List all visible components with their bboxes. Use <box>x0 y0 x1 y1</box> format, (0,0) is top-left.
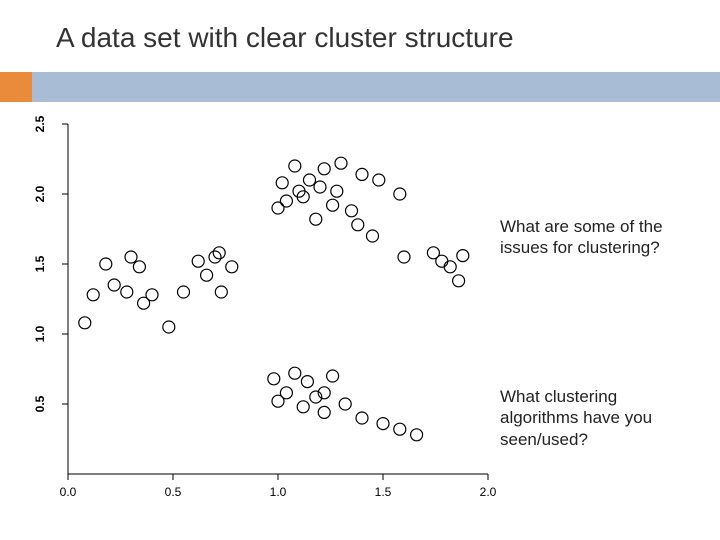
callout-issues: What are some of the issues for clusteri… <box>500 216 690 259</box>
callout-algorithms: What clustering algorithms have you seen… <box>500 386 700 450</box>
accent-bar <box>0 72 720 102</box>
svg-text:2.0: 2.0 <box>480 485 497 499</box>
svg-text:1.0: 1.0 <box>270 485 287 499</box>
svg-text:0.5: 0.5 <box>33 395 47 412</box>
svg-text:0.5: 0.5 <box>165 485 182 499</box>
svg-text:2.0: 2.0 <box>33 185 47 202</box>
scatter-chart: 0.5 1.0 1.5 2.0 2.5 0.0 0.5 1.0 1.5 2.0 <box>18 114 498 514</box>
svg-text:1.5: 1.5 <box>33 255 47 272</box>
svg-text:2.5: 2.5 <box>33 115 47 132</box>
accent-orange <box>0 72 32 102</box>
svg-text:1.0: 1.0 <box>33 325 47 342</box>
accent-blue <box>32 72 720 102</box>
svg-text:1.5: 1.5 <box>375 485 392 499</box>
svg-text:0.0: 0.0 <box>60 485 77 499</box>
page-title: A data set with clear cluster structure <box>56 22 514 54</box>
